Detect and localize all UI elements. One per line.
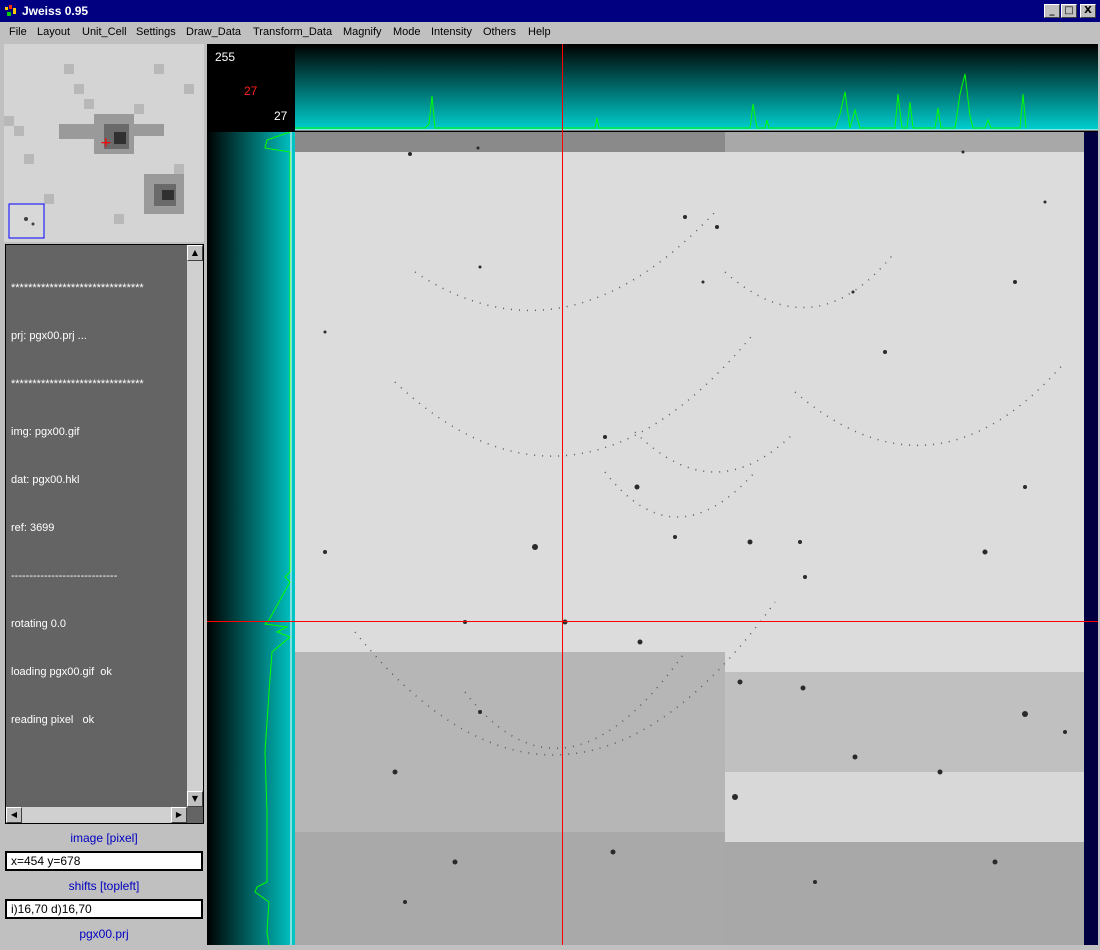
- log-line: reading pixel ok: [11, 714, 95, 726]
- image-coords-field: x=454 y=678: [5, 851, 203, 871]
- menu-layout[interactable]: Layout: [37, 26, 70, 38]
- log-panel: ******************************* prj: pgx…: [5, 244, 204, 824]
- min-intensity-label: 27: [274, 109, 288, 123]
- log-line: -----------------------------: [11, 570, 118, 582]
- horizontal-intensity-profile: 255 27 27: [207, 44, 1098, 132]
- menu-settings[interactable]: Settings: [136, 26, 176, 38]
- vertical-intensity-profile: [207, 131, 295, 946]
- scroll-left-icon[interactable]: ◀: [6, 807, 22, 823]
- diffraction-pattern: [295, 132, 1098, 945]
- log-line: ref: 3699: [11, 522, 55, 534]
- shifts-label: shifts [topleft]: [68, 879, 140, 893]
- log-line: loading pgx00.gif ok: [11, 666, 112, 678]
- menu-magnify[interactable]: Magnify: [343, 26, 382, 38]
- current-intensity-value: 27: [244, 84, 258, 98]
- crosshair-vertical: [562, 44, 563, 945]
- close-button[interactable]: X: [1080, 4, 1096, 18]
- shifts-field[interactable]: i)16,70 d)16,70: [5, 899, 203, 919]
- menu-others[interactable]: Others: [483, 26, 516, 38]
- project-label: pgx00.prj: [79, 927, 129, 941]
- svg-text:+: +: [100, 135, 112, 151]
- magnifier-view[interactable]: +: [4, 44, 204, 242]
- scroll-down-icon[interactable]: ▼: [187, 791, 203, 807]
- magnifier-image: +: [4, 44, 204, 242]
- menu-transform-data[interactable]: Transform_Data: [253, 26, 332, 38]
- crosshair-horizontal: [207, 621, 1098, 622]
- app-icon: [5, 5, 16, 16]
- log-line: *******************************: [11, 282, 144, 294]
- vertical-profile-plot: [207, 131, 295, 946]
- log-line: dat: pgx00.hkl: [11, 474, 80, 486]
- menu-draw-data[interactable]: Draw_Data: [186, 26, 241, 38]
- log-line: prj: pgx00.prj ...: [11, 330, 87, 342]
- log-vertical-scrollbar[interactable]: ▲ ▼: [187, 245, 203, 807]
- log-text: ******************************* prj: pgx…: [11, 248, 186, 760]
- menu-unit-cell[interactable]: Unit_Cell: [82, 26, 127, 38]
- title-bar: Jweiss 0.95 _ □ X: [0, 0, 1100, 22]
- menu-bar: File Layout Unit_Cell Settings Draw_Data…: [0, 22, 1100, 42]
- log-line: rotating 0.0: [11, 618, 67, 630]
- maximize-button[interactable]: □: [1061, 4, 1077, 18]
- scroll-right-icon[interactable]: ▶: [171, 807, 187, 823]
- log-line: img: pgx00.gif: [11, 426, 80, 438]
- minimize-button[interactable]: _: [1044, 4, 1060, 18]
- diffraction-image[interactable]: [295, 132, 1098, 945]
- log-horizontal-scrollbar[interactable]: ◀ ▶: [6, 807, 187, 823]
- window-title: Jweiss 0.95: [22, 4, 89, 18]
- menu-mode[interactable]: Mode: [393, 26, 421, 38]
- intensity-scale: 255 27 27: [207, 44, 295, 132]
- menu-intensity[interactable]: Intensity: [431, 26, 472, 38]
- scroll-up-icon[interactable]: ▲: [187, 245, 203, 261]
- menu-file[interactable]: File: [9, 26, 27, 38]
- menu-help[interactable]: Help: [528, 26, 551, 38]
- image-pixel-label: image [pixel]: [70, 831, 138, 845]
- max-intensity-label: 255: [215, 50, 236, 64]
- log-line: *******************************: [11, 378, 144, 390]
- horizontal-profile-plot: [295, 44, 1098, 131]
